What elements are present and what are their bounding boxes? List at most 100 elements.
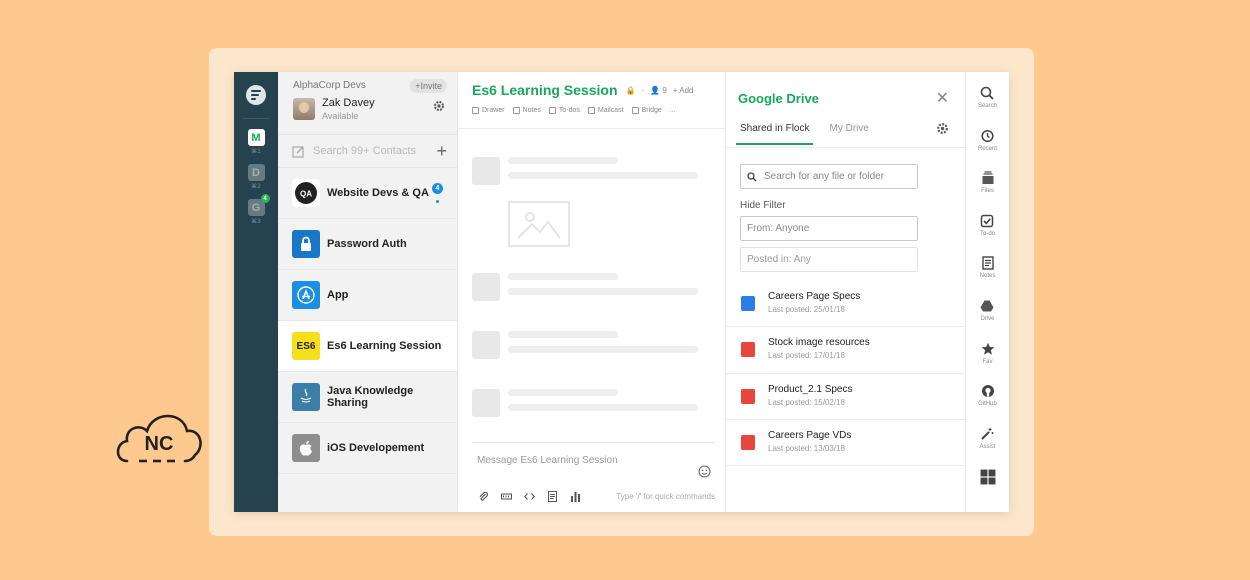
workspace-shortcut: ⌘1 bbox=[251, 149, 261, 155]
file-item[interactable]: Product_2.1 Specs Last posted: 15/02/18 bbox=[726, 373, 965, 419]
message-composer: Message Es6 Learning Session Type '/' fo… bbox=[472, 442, 715, 512]
channel-header: Es6 Learning Session 🔒 · 👤 9 + Add Drawe… bbox=[458, 72, 725, 129]
notes-tool[interactable]: Notes bbox=[512, 107, 541, 114]
mailcast-tool[interactable]: Mailcast bbox=[587, 107, 624, 114]
gif-icon[interactable] bbox=[501, 491, 512, 502]
google-drive-panel: Google Drive ✕ Shared in Flock My Drive … bbox=[726, 72, 966, 512]
chat-item-password-auth[interactable]: Password Auth bbox=[278, 219, 457, 270]
svg-text:QA: QA bbox=[300, 190, 312, 199]
workspace-m[interactable]: M bbox=[247, 129, 265, 146]
tool-notes[interactable]: Notes bbox=[980, 256, 995, 287]
emoji-icon[interactable] bbox=[698, 465, 711, 478]
file-date: Last posted: 25/01/18 bbox=[768, 305, 845, 314]
file-name: Careers Page Specs bbox=[768, 291, 861, 302]
message-skeleton bbox=[472, 273, 711, 303]
todos-tool[interactable]: To-dos bbox=[548, 107, 580, 114]
note-icon[interactable] bbox=[547, 491, 558, 502]
mail-icon bbox=[587, 107, 595, 114]
java-icon bbox=[292, 383, 320, 411]
rail-divider bbox=[243, 118, 269, 119]
tool-recent[interactable]: Recent bbox=[978, 129, 997, 160]
posted-in-filter-input[interactable]: Posted in: Any bbox=[740, 247, 918, 272]
gear-icon[interactable] bbox=[936, 122, 949, 135]
history-icon bbox=[981, 129, 995, 142]
magic-wand-icon bbox=[981, 427, 994, 440]
image-file-icon bbox=[741, 435, 755, 450]
chat-name: Es6 Learning Session bbox=[327, 340, 442, 352]
tool-search[interactable]: Search bbox=[978, 86, 997, 117]
chat-item-ios-development[interactable]: iOS Developement bbox=[278, 423, 457, 474]
from-filter-input[interactable]: From: Anyone bbox=[740, 216, 918, 241]
phone-icon bbox=[631, 107, 639, 114]
google-doc-icon bbox=[741, 296, 755, 311]
nc-cloud-logo: NC bbox=[113, 405, 205, 467]
tool-fav[interactable]: Fav bbox=[981, 342, 995, 373]
chat-name: Password Auth bbox=[327, 238, 407, 250]
tab-shared-in-flock[interactable]: Shared in Flock bbox=[736, 123, 814, 145]
contacts-panel: AlphaCorp Devs +Invite Zak Davey Availab… bbox=[278, 72, 458, 512]
flock-logo-icon[interactable] bbox=[245, 84, 267, 106]
quick-commands-hint: Type '/' for quick commands bbox=[616, 492, 715, 501]
drawer-tool[interactable]: Drawer bbox=[472, 107, 505, 114]
star-icon bbox=[981, 342, 994, 355]
tool-files[interactable]: Files bbox=[981, 171, 995, 202]
notes-icon bbox=[512, 107, 520, 114]
notes-icon bbox=[981, 256, 994, 271]
bridge-tool[interactable]: Bridge bbox=[631, 107, 662, 114]
file-name: Careers Page VDs bbox=[768, 430, 852, 441]
file-item[interactable]: Careers Page VDs Last posted: 13/03/18 bbox=[726, 419, 965, 465]
current-user[interactable]: Zak Davey Available bbox=[293, 97, 447, 121]
message-skeleton bbox=[472, 389, 711, 419]
files-icon bbox=[982, 171, 993, 185]
chat-item-app[interactable]: App bbox=[278, 270, 457, 321]
add-member-button[interactable]: + Add bbox=[673, 86, 694, 95]
tool-apps-grid[interactable] bbox=[980, 469, 996, 500]
lock-icon: 🔒 bbox=[625, 85, 636, 95]
unread-dot bbox=[436, 200, 439, 203]
chat-item-java-knowledge[interactable]: Java Knowledge Sharing bbox=[278, 372, 457, 423]
drive-search-placeholder: Search for any file or folder bbox=[764, 171, 885, 182]
hide-filter-link[interactable]: Hide Filter bbox=[740, 200, 786, 211]
add-contact-button[interactable]: + bbox=[436, 142, 447, 160]
drive-search-input[interactable]: Search for any file or folder bbox=[740, 164, 918, 189]
google-drive-icon bbox=[980, 300, 994, 312]
tool-assist[interactable]: Assist bbox=[979, 427, 996, 458]
file-list-end bbox=[726, 465, 965, 466]
workspace-d[interactable]: D bbox=[247, 164, 265, 181]
channel-title[interactable]: Es6 Learning Session bbox=[472, 82, 618, 98]
members-count[interactable]: 👤 9 bbox=[650, 86, 667, 95]
close-icon[interactable]: ✕ bbox=[936, 88, 949, 108]
message-skeleton bbox=[472, 157, 711, 187]
workspace-shortcut: ⌘3 bbox=[251, 219, 261, 225]
tab-my-drive[interactable]: My Drive bbox=[825, 123, 872, 145]
drawer-icon bbox=[472, 107, 479, 114]
tool-drive[interactable]: Drive bbox=[980, 299, 995, 330]
lock-icon bbox=[292, 230, 320, 258]
search-icon bbox=[981, 86, 995, 100]
image-placeholder-icon bbox=[508, 201, 570, 247]
more-tools-button[interactable]: ... bbox=[670, 107, 676, 114]
invite-button[interactable]: +Invite bbox=[410, 79, 447, 93]
file-name: Stock image resources bbox=[768, 337, 870, 348]
file-item[interactable]: Careers Page Specs Last posted: 25/01/18 bbox=[726, 281, 965, 327]
workspace-g[interactable]: G 4 bbox=[247, 194, 270, 216]
app-store-icon bbox=[292, 281, 320, 309]
chat-item-website-devs[interactable]: QA Website Devs & QA 4 bbox=[278, 168, 457, 219]
message-input[interactable]: Message Es6 Learning Session bbox=[477, 455, 715, 466]
tool-github[interactable]: GitHub bbox=[978, 384, 997, 415]
right-tools-rail: Search Recent Files To-do Notes Drive Fa… bbox=[966, 72, 1009, 512]
chat-item-es6-learning[interactable]: ES6 Es6 Learning Session bbox=[278, 321, 457, 372]
chat-name: iOS Developement bbox=[327, 442, 425, 454]
user-name: Zak Davey bbox=[322, 97, 375, 109]
contacts-search[interactable]: Search 99+ Contacts + bbox=[278, 135, 457, 168]
tool-todo[interactable]: To-do bbox=[980, 214, 995, 245]
message-skeleton bbox=[472, 331, 711, 361]
code-icon[interactable] bbox=[524, 491, 535, 502]
gear-icon[interactable] bbox=[433, 100, 445, 112]
workspace-rail: M ⌘1 D ⌘2 G 4 ⌘3 bbox=[234, 72, 278, 512]
attach-icon[interactable] bbox=[478, 491, 489, 502]
file-item[interactable]: Stock image resources Last posted: 17/01… bbox=[726, 326, 965, 372]
poll-icon[interactable] bbox=[570, 491, 581, 502]
contacts-search-input[interactable]: Search 99+ Contacts bbox=[313, 145, 436, 157]
todo-icon bbox=[548, 107, 556, 114]
